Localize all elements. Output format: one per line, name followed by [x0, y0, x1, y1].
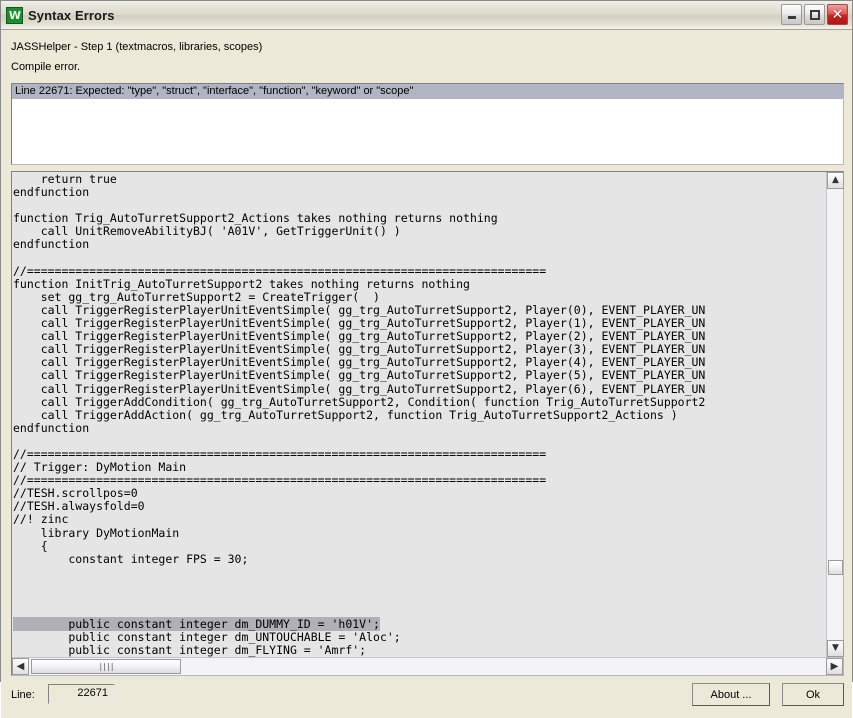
code-line: call TriggerAddAction( gg_trg_AutoTurret… — [13, 407, 678, 422]
maximize-button[interactable] — [804, 4, 825, 25]
code-line: call TriggerRegisterPlayerUnitEventSimpl… — [13, 368, 706, 383]
code-line: { — [13, 538, 48, 553]
compile-status-text: Compile error. — [11, 61, 81, 73]
code-line: endfunction — [13, 420, 90, 435]
close-button[interactable]: ✕ — [827, 4, 848, 25]
window-controls: ✕ — [781, 4, 848, 25]
code-line: library DyMotionMain — [13, 525, 180, 540]
code-body: return true endfunction function Trig_Auto… — [12, 172, 844, 658]
code-line: set gg_trg_AutoTurretSupport2 = CreateTr… — [13, 289, 380, 304]
horizontal-scrollbar-thumb[interactable]: |||| — [31, 659, 181, 675]
syntax-errors-window: W Syntax Errors ✕ JASSHelper - Step 1 (t… — [0, 0, 853, 718]
code-line: constant integer FPS = 30; — [13, 551, 249, 566]
code-vertical-scrollbar[interactable]: ▲ ▼ — [826, 172, 844, 658]
code-line: function InitTrig_AutoTurretSupport2 tak… — [13, 276, 470, 291]
minimize-button[interactable] — [781, 4, 802, 25]
minimize-icon — [782, 5, 801, 24]
scroll-up-icon[interactable]: ▲ — [827, 172, 844, 189]
client-area: JASSHelper - Step 1 (textmacros, librari… — [1, 30, 852, 718]
close-icon: ✕ — [831, 6, 844, 23]
code-line: //! zinc — [13, 512, 69, 527]
scroll-right-icon[interactable]: ▶ — [826, 658, 843, 676]
app-icon-glyph: W — [8, 8, 21, 22]
code-line: endfunction — [13, 185, 90, 200]
code-line: call UnitRemoveAbilityBJ( 'A01V', GetTri… — [13, 224, 401, 239]
compiler-step-text: JASSHelper - Step 1 (textmacros, librari… — [11, 41, 263, 53]
code-line: public constant integer dm_FLYING = 'Amr… — [13, 643, 367, 658]
code-line-selection: public constant integer dm_DUMMY_ID = 'h… — [13, 617, 380, 632]
code-line: //TESH.alwaysfold=0 — [13, 499, 145, 514]
code-line: endfunction — [13, 237, 90, 252]
code-horizontal-scrollbar[interactable]: ◀ |||| ▶ — [12, 657, 843, 676]
code-line: return true — [13, 172, 117, 186]
window-title: Syntax Errors — [28, 7, 115, 23]
scroll-left-icon[interactable]: ◀ — [12, 658, 29, 676]
line-number-field[interactable]: 22671 — [48, 684, 115, 705]
title-bar: W Syntax Errors ✕ — [1, 1, 852, 30]
vertical-scrollbar-thumb[interactable] — [828, 560, 843, 575]
ok-button[interactable]: Ok — [782, 683, 844, 707]
code-view-panel: return true endfunction function Trig_Auto… — [11, 171, 844, 677]
error-list[interactable]: Line 22671: Expected: "type", "struct", … — [11, 83, 844, 165]
code-line: call TriggerRegisterPlayerUnitEventSimpl… — [13, 381, 706, 396]
line-label: Line: — [11, 689, 35, 702]
scroll-down-icon[interactable]: ▼ — [827, 640, 844, 658]
code-text-area[interactable]: return true endfunction function Trig_Auto… — [12, 172, 826, 658]
code-line: call TriggerAddCondition( gg_trg_AutoTur… — [13, 394, 706, 409]
code-line: //======================================… — [13, 263, 547, 278]
footer-bar: Line: 22671 About ... Ok — [1, 676, 852, 718]
about-button[interactable]: About ... — [692, 683, 770, 707]
maximize-icon — [805, 5, 824, 24]
warcraft-editor-icon: W — [6, 6, 23, 24]
error-list-row[interactable]: Line 22671: Expected: "type", "struct", … — [12, 84, 843, 99]
